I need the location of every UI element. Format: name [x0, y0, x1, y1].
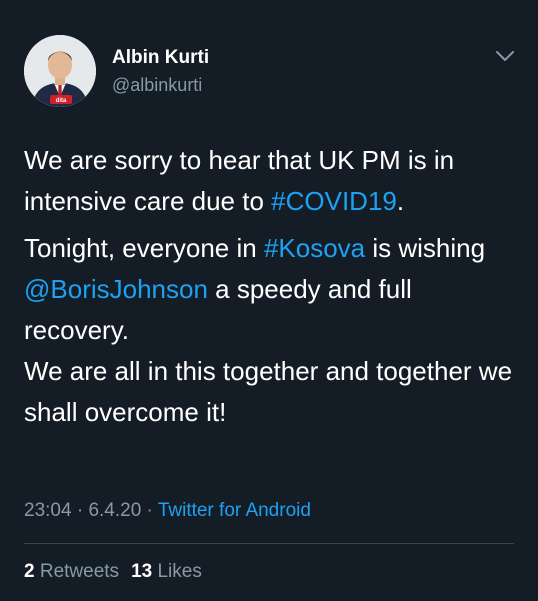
likes-stat[interactable]: 13 Likes — [131, 561, 202, 582]
tweet-time[interactable]: 23:04 — [24, 500, 72, 521]
retweets-count: 2 — [24, 561, 35, 582]
avatar[interactable]: dita — [24, 35, 96, 107]
likes-label: Likes — [157, 561, 202, 582]
hashtag-covid19[interactable]: #COVID19 — [271, 186, 397, 216]
tweet-text: We are sorry to hear that UK PM is in in… — [24, 140, 514, 433]
display-name[interactable]: Albin Kurti — [112, 47, 209, 69]
tweet-text-segment: Tonight, everyone in — [24, 233, 264, 263]
divider — [24, 543, 514, 544]
tweet-paragraph-3: We are all in this together and together… — [24, 356, 513, 427]
tweet-header: dita Albin Kurti @albinkurti — [24, 35, 524, 111]
tweet-paragraph-1: We are sorry to hear that UK PM is in in… — [24, 140, 514, 222]
tweet-meta: 23:04 · 6.4.20 · Twitter for Android — [24, 500, 311, 522]
tweet-source[interactable]: Twitter for Android — [158, 500, 311, 521]
hashtag-kosova[interactable]: #Kosova — [264, 233, 365, 263]
likes-count: 13 — [131, 561, 153, 582]
meta-separator: · — [71, 500, 89, 521]
tweet-text-segment: is wishing — [365, 233, 486, 263]
tweet-text-segment: . — [396, 186, 405, 216]
tweet-date[interactable]: 6.4.20 — [88, 500, 141, 521]
chevron-down-icon[interactable] — [494, 49, 516, 63]
user-handle[interactable]: @albinkurti — [112, 75, 202, 96]
avatar-image: dita — [24, 35, 96, 107]
avatar-badge: dita — [56, 98, 67, 104]
meta-separator: · — [141, 500, 158, 521]
tweet-paragraph-2: Tonight, everyone in #Kosova is wishing … — [24, 228, 514, 351]
mention-borisjohnson[interactable]: @BorisJohnson — [24, 274, 208, 304]
tweet-stats: 2 Retweets 13 Likes — [24, 561, 202, 583]
retweets-stat[interactable]: 2 Retweets — [24, 561, 119, 582]
retweets-label: Retweets — [39, 561, 120, 582]
